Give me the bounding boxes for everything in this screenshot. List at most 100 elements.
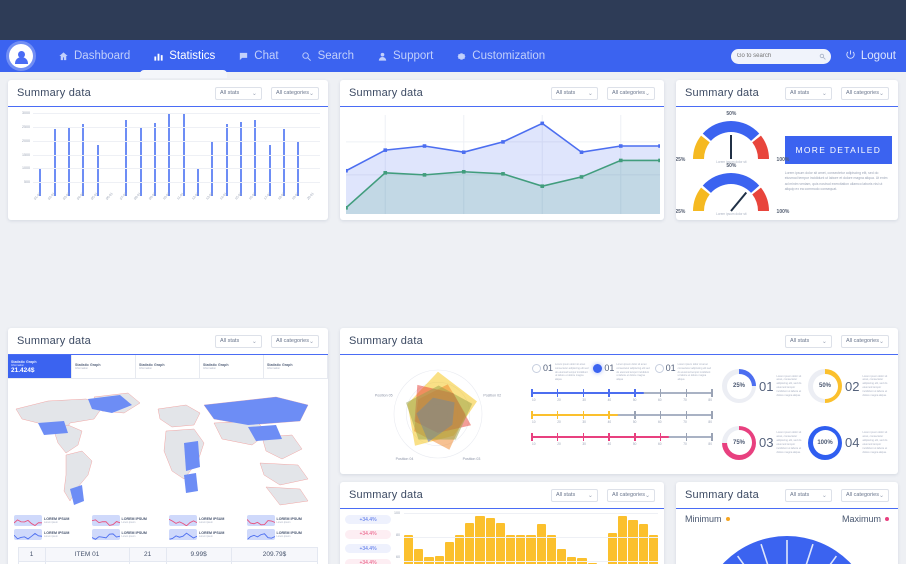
- data-point[interactable]: [422, 144, 427, 148]
- bar[interactable]: [67, 128, 70, 196]
- select-all-categories[interactable]: All categories ⌄: [840, 86, 889, 100]
- nav-item-support[interactable]: Support: [374, 40, 435, 72]
- slider-track[interactable]: [531, 410, 713, 419]
- bar[interactable]: [283, 129, 286, 196]
- bar-segment-yellow[interactable]: [638, 523, 648, 564]
- nav-item-customization[interactable]: Customization: [453, 40, 547, 72]
- search-input[interactable]: [736, 53, 815, 59]
- bar[interactable]: [153, 123, 156, 196]
- bar-segment-yellow[interactable]: [557, 548, 567, 564]
- table-row[interactable]: 1 ITEM 01 21 9.99$ 209.79$: [17, 547, 319, 562]
- data-point[interactable]: [618, 144, 623, 148]
- statistic-graph-tab[interactable]: Statistic Graph Information: [200, 355, 264, 378]
- select-all-stats[interactable]: All stats ⌄: [214, 334, 262, 348]
- nav-item-chat[interactable]: Chat: [235, 40, 280, 72]
- slider[interactable]: 10 20 30 40 50 60 70 80: [531, 410, 713, 424]
- bar-slot[interactable]: [618, 513, 628, 564]
- bar-slot[interactable]: [516, 513, 526, 564]
- select-all-stats[interactable]: All stats ⌄: [550, 488, 598, 502]
- slider-track[interactable]: [531, 388, 713, 397]
- sparkline-widget[interactable]: LOREM IPSUM Lorem ipsum: [14, 515, 90, 526]
- data-point[interactable]: [461, 150, 466, 154]
- bar-slot[interactable]: [444, 513, 455, 564]
- bar-segment-yellow[interactable]: [495, 522, 506, 564]
- bar-segment-yellow[interactable]: [618, 516, 628, 564]
- slider[interactable]: 10 20 30 40 50 60 70 80: [531, 432, 713, 446]
- bar[interactable]: [125, 119, 128, 196]
- sparkline-widget[interactable]: LOREM IPSUM Lorem ipsum: [246, 529, 323, 540]
- select-all-categories[interactable]: All categories ⌄: [606, 488, 655, 502]
- radio-dot-icon[interactable]: [532, 364, 541, 373]
- sparkline-widget[interactable]: LOREM IPSUM Lorem ipsum: [169, 515, 245, 526]
- bar-slot[interactable]: [414, 513, 424, 564]
- bar-slot[interactable]: [608, 513, 618, 564]
- data-point[interactable]: [344, 168, 348, 173]
- select-all-stats[interactable]: All stats ⌄: [784, 334, 832, 348]
- data-point[interactable]: [501, 140, 505, 144]
- sparkline-widget[interactable]: LOREM IPSUM Lorem ipsum: [169, 529, 245, 540]
- bar[interactable]: [225, 124, 228, 196]
- nav-item-statistics[interactable]: Statistics: [140, 40, 228, 78]
- app-logo[interactable]: [9, 44, 33, 68]
- select-all-categories[interactable]: All categories ⌄: [840, 488, 889, 502]
- bar-slot[interactable]: [567, 513, 577, 564]
- statistic-graph-tab[interactable]: Statistic Graph Information 21.424$: [8, 355, 72, 378]
- bar[interactable]: [53, 128, 56, 196]
- world-map[interactable]: [8, 379, 328, 511]
- bar-slot[interactable]: [465, 513, 475, 564]
- bar-segment-yellow[interactable]: [628, 519, 638, 564]
- sparkline-widget[interactable]: LOREM IPSUM Lorem ipsum: [246, 515, 323, 526]
- nav-item-search[interactable]: Search: [299, 40, 356, 72]
- bar-slot[interactable]: [546, 513, 557, 564]
- bar-slot[interactable]: [628, 513, 638, 564]
- bar-slot[interactable]: [577, 513, 587, 564]
- bar-slot[interactable]: [455, 513, 465, 564]
- bar-slot[interactable]: [434, 513, 444, 564]
- radio-dot-icon[interactable]: [593, 364, 603, 373]
- bar-segment-yellow[interactable]: [475, 516, 485, 564]
- bar-slot[interactable]: [587, 513, 597, 564]
- bar-slot[interactable]: [404, 513, 414, 564]
- select-all-categories[interactable]: All categories ⌄: [606, 86, 655, 100]
- statistic-graph-tab[interactable]: Statistic Graph Information: [72, 355, 136, 378]
- bar[interactable]: [82, 124, 85, 196]
- data-point[interactable]: [540, 121, 545, 126]
- bar-slot[interactable]: [557, 513, 567, 564]
- nav-item-dashboard[interactable]: Dashboard: [55, 40, 132, 72]
- bar-slot[interactable]: [485, 513, 495, 564]
- sparkline-widget[interactable]: LOREM IPSUM Lorem ipsum: [14, 529, 90, 540]
- bar-slot[interactable]: [495, 513, 506, 564]
- select-all-categories[interactable]: All categories ⌄: [840, 334, 889, 348]
- data-point[interactable]: [658, 144, 662, 148]
- bar[interactable]: [139, 128, 142, 196]
- select-all-stats[interactable]: All stats ⌄: [550, 86, 598, 100]
- radio-option[interactable]: 01 Lorem ipsum dolor sit amet consectetur…: [593, 363, 650, 382]
- bar-slot[interactable]: [648, 513, 659, 564]
- select-all-stats[interactable]: All stats ⌄: [784, 86, 832, 100]
- logout-button[interactable]: Logout: [845, 49, 896, 63]
- statistic-graph-tab[interactable]: Statistic Graph Information: [264, 355, 328, 378]
- search-box[interactable]: [730, 47, 831, 65]
- bar-segment-yellow[interactable]: [465, 522, 475, 564]
- slider-track[interactable]: [531, 432, 713, 441]
- data-point[interactable]: [383, 148, 388, 152]
- sparkline-widget[interactable]: LOREM IPSUM Lorem ipsum: [91, 529, 168, 540]
- bar-slot[interactable]: [475, 513, 485, 564]
- bar-slot[interactable]: [506, 513, 516, 564]
- bar-slot[interactable]: [598, 513, 607, 564]
- data-point[interactable]: [579, 150, 584, 154]
- statistic-graph-tab[interactable]: Statistic Graph Information: [136, 355, 200, 378]
- bar-slot[interactable]: [536, 513, 546, 564]
- bar-slot[interactable]: [526, 513, 536, 564]
- select-all-stats[interactable]: All stats ⌄: [784, 488, 832, 502]
- radio-dot-icon[interactable]: [654, 364, 664, 373]
- select-all-categories[interactable]: All categories ⌄: [270, 86, 319, 100]
- radio-option[interactable]: 01 Lorem ipsum dolor sit amet consectetur…: [654, 363, 712, 382]
- sparkline-widget[interactable]: LOREM IPSUM Lorem ipsum: [91, 515, 168, 526]
- bar-segment-yellow[interactable]: [485, 518, 495, 564]
- select-all-stats[interactable]: All stats ⌄: [214, 86, 262, 100]
- search-icon[interactable]: [819, 47, 826, 65]
- bar-slot[interactable]: [638, 513, 648, 564]
- bar[interactable]: [239, 122, 242, 196]
- radio-option[interactable]: 01 Lorem ipsum dolor sit amet consectetur…: [532, 363, 589, 382]
